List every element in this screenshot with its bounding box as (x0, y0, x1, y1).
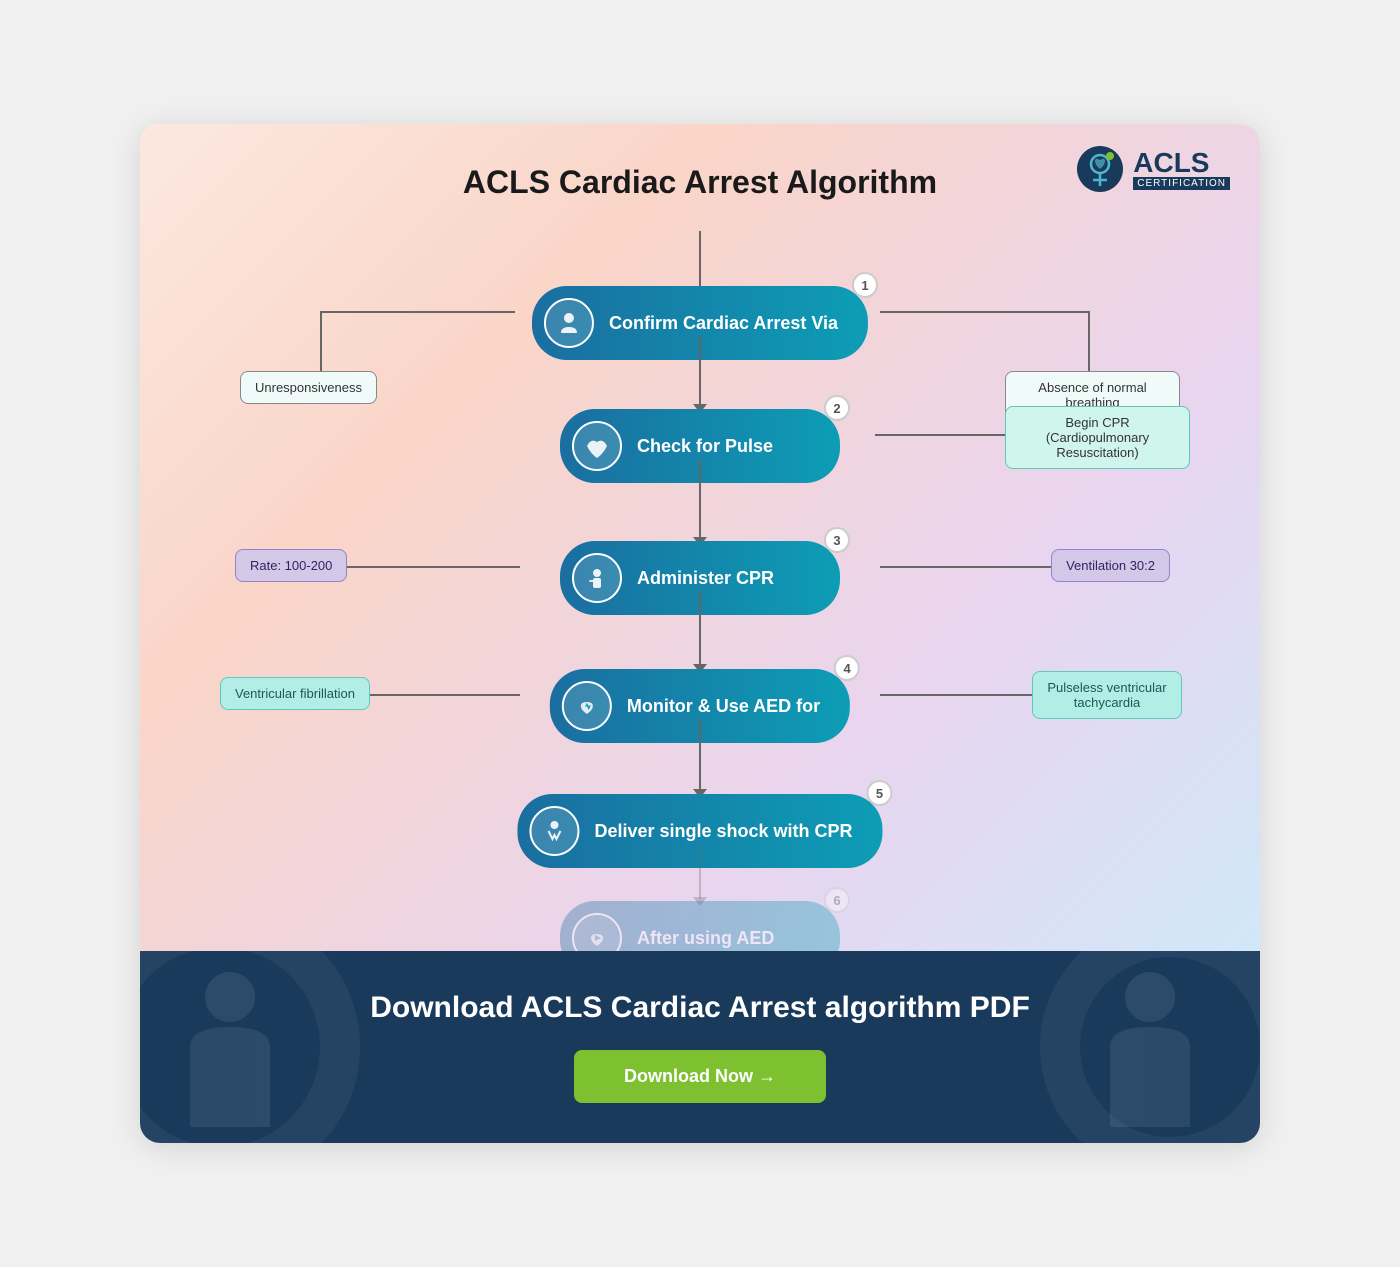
step-6-label: After using AED (637, 928, 774, 949)
unresponsiveness-box: Unresponsiveness (240, 371, 377, 404)
step-2-label: Check for Pulse (637, 436, 773, 457)
rate-box: Rate: 100-200 (235, 549, 347, 582)
step-4-right-box: Pulseless ventricular tachycardia (1032, 671, 1182, 719)
main-card: ACLS CERTIFICATION ACLS Cardiac Arrest A… (140, 124, 1260, 1143)
hline-1-right (880, 311, 1090, 313)
vline-5-6 (699, 844, 701, 899)
step-4-left-box: Ventricular fibrillation (220, 677, 370, 710)
begin-cpr-box: Begin CPR(Cardiopulmonary Resuscitation) (1005, 406, 1190, 469)
step-3-number: 3 (824, 527, 850, 553)
step-3-label: Administer CPR (637, 568, 774, 589)
step-4-number: 4 (834, 655, 860, 681)
step-1-label: Confirm Cardiac Arrest Via (609, 313, 838, 334)
logo-acls-text: ACLS (1133, 149, 1230, 177)
step-5-number: 5 (867, 780, 893, 806)
step-1-icon (544, 298, 594, 348)
logo: ACLS CERTIFICATION (1075, 144, 1230, 194)
step-6-number: 6 (824, 887, 850, 913)
step-1-left-box: Unresponsiveness (240, 371, 377, 404)
main-title: ACLS Cardiac Arrest Algorithm (180, 164, 1220, 201)
vline-0 (699, 231, 701, 291)
deco-right (1090, 967, 1210, 1127)
step-5-label: Deliver single shock with CPR (594, 821, 852, 842)
ventricular-fib-box: Ventricular fibrillation (220, 677, 370, 710)
deco-left (170, 967, 290, 1127)
hline-3-left (320, 566, 520, 568)
vline-1-right-down (1088, 311, 1090, 371)
vline-3-4 (699, 591, 701, 666)
step-4-label: Monitor & Use AED for (627, 696, 820, 717)
logo-cert-text: CERTIFICATION (1133, 177, 1230, 190)
step-2-icon (572, 421, 622, 471)
step-3-left-box: Rate: 100-200 (235, 549, 347, 582)
pulseless-vt-box: Pulseless ventricular tachycardia (1032, 671, 1182, 719)
step-2-right-box: Begin CPR(Cardiopulmonary Resuscitation) (1005, 406, 1190, 469)
step-3-icon (572, 553, 622, 603)
vline-4-5 (699, 719, 701, 791)
step-3-right-box: Ventilation 30:2 (1051, 549, 1170, 582)
step-5-icon (529, 806, 579, 856)
download-button[interactable]: Download Now → (574, 1050, 826, 1103)
step-4-icon (562, 681, 612, 731)
step-1-number: 1 (852, 272, 878, 298)
vline-1-2 (699, 336, 701, 406)
diagram-area: ACLS CERTIFICATION ACLS Cardiac Arrest A… (140, 124, 1260, 951)
vline-2-3 (699, 459, 701, 539)
download-title: Download ACLS Cardiac Arrest algorithm P… (180, 991, 1220, 1025)
logo-icon (1075, 144, 1125, 194)
hline-1-left (320, 311, 515, 313)
logo-text: ACLS CERTIFICATION (1133, 149, 1230, 190)
ventilation-box: Ventilation 30:2 (1051, 549, 1170, 582)
vline-1-left-down (320, 311, 322, 371)
flowchart: Confirm Cardiac Arrest Via 1 Unresponsiv… (180, 231, 1220, 931)
download-section: Download ACLS Cardiac Arrest algorithm P… (140, 951, 1260, 1143)
step-2-number: 2 (824, 395, 850, 421)
